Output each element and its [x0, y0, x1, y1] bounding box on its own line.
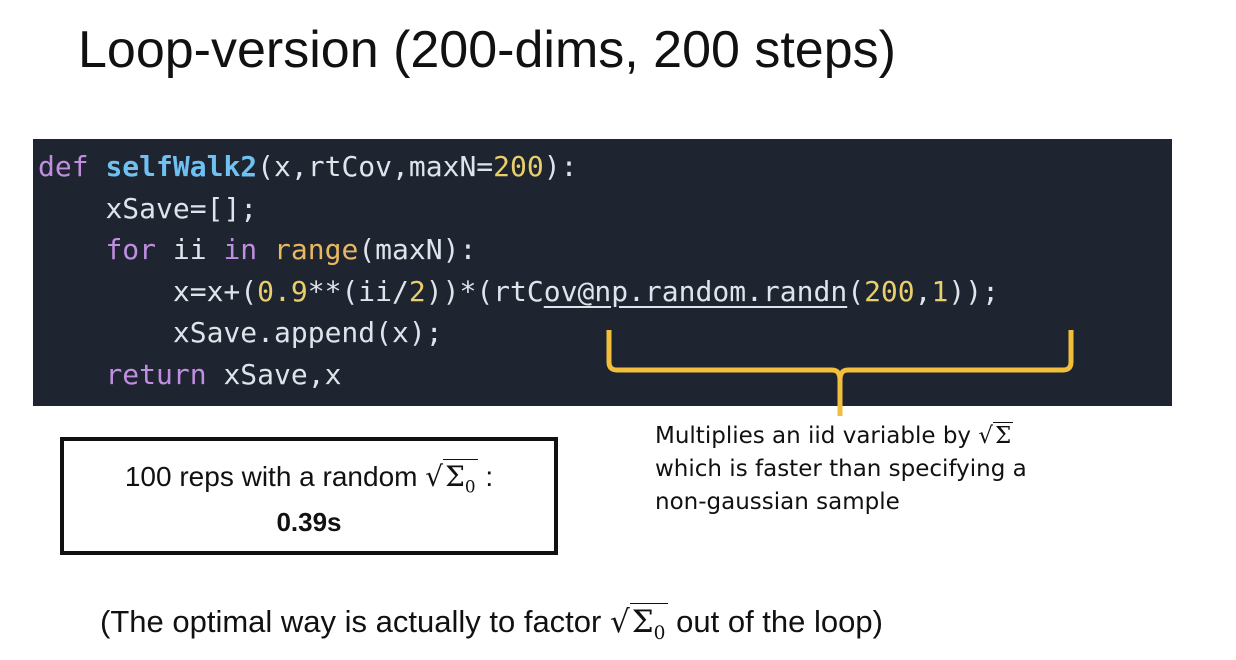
code-signature-start: (x,rtCov,maxN=: [257, 150, 494, 183]
radicand: Σ: [445, 460, 465, 493]
footnote-text: (The optimal way is actually to factor: [100, 604, 610, 639]
footnote: (The optimal way is actually to factor √…: [100, 600, 883, 656]
radicand: Σ: [631, 604, 654, 640]
code-keyword-for: for: [105, 233, 157, 266]
timing-label-suffix: :: [477, 461, 494, 492]
annotation-line-2: which is faster than specifying a: [655, 456, 1027, 482]
code-expr-part: x=x+(: [172, 274, 258, 308]
timing-value: 0.39s: [276, 506, 342, 537]
radicand: Σ: [993, 422, 1014, 449]
annotation-line-1: Multiplies an iid variable by √Σ: [655, 420, 1125, 453]
code-loop-variable: ii: [156, 233, 224, 266]
timing-label-text: 100 reps with a random: [124, 461, 426, 492]
curly-brace-icon: [606, 330, 1074, 416]
annotation-note: Multiplies an iid variable by √Σ which i…: [655, 420, 1125, 519]
radicand-subscript: 0: [653, 623, 666, 645]
code-range-args: (maxN):: [358, 233, 477, 266]
code-builtin-range: range: [274, 233, 359, 266]
annotation-text: Multiplies an iid variable by: [655, 423, 979, 449]
code-number: 1: [931, 274, 949, 308]
timing-result-box: 100 reps with a random √Σ0 : 0.39s: [60, 437, 558, 555]
code-expr-part: **(ii/: [307, 274, 409, 308]
radicand-subscript: 0: [464, 476, 476, 497]
sqrt-sigma0-symbol: √Σ0: [425, 459, 478, 497]
annotation-line-3: non-gaussian sample: [655, 489, 900, 515]
code-line-3: for ii in range(maxN):: [38, 229, 999, 271]
code-line-1: def selfWalk2(x,rtCov,maxN=200):: [38, 146, 999, 188]
sqrt-sigma0-symbol: √Σ0: [609, 603, 668, 645]
code-expr-part: ))*(rtC: [425, 274, 544, 308]
code-line-4: x=x+(0.9**(ii/2))*(rtCov@np.random.randn…: [38, 271, 999, 313]
timing-label: 100 reps with a random √Σ0 :: [64, 459, 554, 505]
sqrt-sigma-symbol: √Σ: [978, 422, 1014, 449]
code-function-name: selfWalk2: [105, 150, 258, 183]
code-line-2: xSave=[];: [38, 188, 999, 230]
slide-title: Loop-version (200-dims, 200 steps): [78, 21, 896, 79]
code-keyword-def: def: [38, 150, 89, 183]
code-statement: xSave.append(x);: [172, 316, 443, 349]
code-number: 0.9: [257, 274, 308, 308]
code-number: 200: [493, 150, 544, 183]
code-signature-end: ):: [543, 150, 578, 183]
code-statement: xSave=[];: [105, 191, 258, 225]
code-keyword-return: return: [105, 357, 207, 391]
code-keyword-in: in: [223, 233, 258, 266]
code-number: 200: [864, 274, 915, 308]
code-expr-part: ));: [948, 274, 999, 308]
code-number: 2: [408, 274, 426, 308]
code-underlined-call: ov@np.random.randn: [543, 274, 848, 308]
footnote-text-end: out of the loop): [667, 604, 883, 639]
code-expr-part: ,: [914, 274, 932, 308]
code-return-values: xSave,x: [206, 357, 342, 391]
code-expr-part: (: [847, 274, 865, 308]
